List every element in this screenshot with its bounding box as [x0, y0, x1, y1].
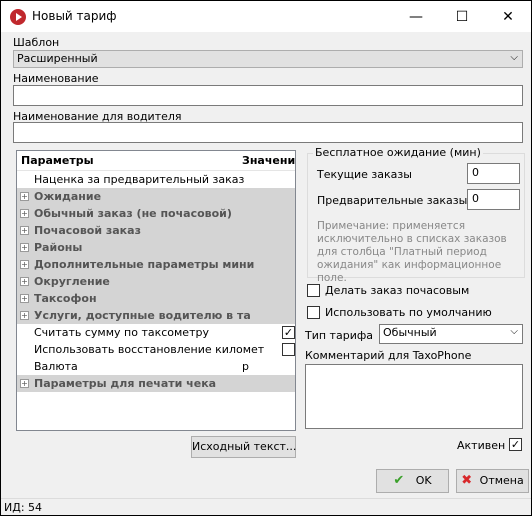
- tree-row-taxophone[interactable]: + Таксофон: [17, 290, 295, 307]
- tree-row-currency[interactable]: Валюта р: [17, 358, 295, 375]
- expand-icon[interactable]: +: [20, 294, 29, 303]
- active-label: Активен: [457, 439, 506, 452]
- cancel-button[interactable]: ✖ Отмена: [456, 469, 529, 493]
- name-label: Наименование: [13, 72, 99, 85]
- title-bar[interactable]: Новый тариф — ☐ ✕: [1, 1, 531, 32]
- expand-icon[interactable]: +: [20, 260, 29, 269]
- default-label: Использовать по умолчанию: [325, 306, 492, 319]
- minimize-button[interactable]: —: [393, 1, 439, 32]
- tariff-type-value: Обычный: [383, 326, 437, 339]
- check-icon: ✔: [393, 473, 405, 488]
- currency-value[interactable]: р: [242, 360, 249, 373]
- window-title: Новый тариф: [32, 9, 117, 23]
- ok-button[interactable]: ✔ OK: [376, 469, 449, 493]
- pre-orders-label: Предварительные заказы: [317, 194, 468, 207]
- chevron-down-icon: ⌵: [510, 326, 518, 337]
- taximeter-sum-checkbox[interactable]: ✓: [282, 326, 295, 339]
- expand-icon[interactable]: +: [20, 311, 29, 320]
- tree-row-hourly-order[interactable]: + Почасовой заказ: [17, 222, 295, 239]
- params-header: Параметры Значения: [17, 151, 295, 171]
- tree-row-extra-min-params[interactable]: + Дополнительные параметры мини: [17, 256, 295, 273]
- expand-icon[interactable]: +: [20, 226, 29, 235]
- tree-row-driver-services[interactable]: + Услуги, доступные водителю в та: [17, 307, 295, 324]
- free-wait-note: Примечание: применяется исключительно в …: [317, 220, 507, 284]
- current-orders-input[interactable]: 0: [467, 163, 520, 184]
- template-label: Шаблон: [13, 36, 60, 49]
- tree-row-waiting[interactable]: + Ожидание: [17, 188, 295, 205]
- driver-name-input[interactable]: [13, 122, 523, 143]
- hourly-checkbox[interactable]: [307, 284, 320, 297]
- template-value: Расширенный: [17, 52, 98, 65]
- expand-icon[interactable]: +: [20, 277, 29, 286]
- cancel-icon: ✖: [461, 473, 473, 488]
- tree-row-districts[interactable]: + Районы: [17, 239, 295, 256]
- active-checkbox[interactable]: ✓: [509, 438, 522, 451]
- expand-icon[interactable]: +: [20, 192, 29, 201]
- tree-row-prebook-markup[interactable]: Наценка за предварительный заказ: [17, 171, 295, 188]
- tree-row-regular-order[interactable]: + Обычный заказ (не почасовой): [17, 205, 295, 222]
- free-wait-title: Бесплатное ожидание (мин): [313, 146, 483, 159]
- tree-row-taximeter-sum[interactable]: Считать сумму по таксометру ✓: [17, 324, 295, 341]
- col-params[interactable]: Параметры: [21, 154, 94, 167]
- col-values[interactable]: Значения: [242, 154, 295, 167]
- chevron-down-icon: ⌵: [510, 52, 518, 63]
- close-button[interactable]: ✕: [485, 1, 531, 32]
- pre-orders-input[interactable]: 0: [467, 189, 520, 210]
- current-orders-label: Текущие заказы: [317, 168, 412, 181]
- comment-textarea[interactable]: [305, 364, 523, 429]
- tariff-type-select[interactable]: Обычный ⌵: [379, 324, 523, 344]
- km-restore-checkbox[interactable]: [282, 343, 295, 356]
- name-input[interactable]: [13, 85, 523, 106]
- template-select[interactable]: Расширенный ⌵: [13, 50, 523, 68]
- record-id: ИД: 54: [4, 501, 43, 514]
- comment-label: Комментарий для TaxoPhone: [305, 349, 472, 362]
- app-logo-icon: [10, 9, 26, 25]
- expand-icon[interactable]: +: [20, 209, 29, 218]
- default-checkbox[interactable]: [307, 306, 320, 319]
- tree-row-receipt-params[interactable]: + Параметры для печати чека: [17, 375, 295, 392]
- tree-row-km-restore[interactable]: Использовать восстановление километ: [17, 341, 295, 358]
- tariff-type-label: Тип тарифа: [305, 329, 373, 342]
- params-tree[interactable]: Параметры Значения Наценка за предварите…: [16, 150, 296, 431]
- tree-row-rounding[interactable]: + Округление: [17, 273, 295, 290]
- maximize-button[interactable]: ☐: [439, 1, 485, 32]
- expand-icon[interactable]: +: [20, 243, 29, 252]
- source-text-button[interactable]: Исходный текст...: [191, 436, 296, 458]
- expand-icon[interactable]: +: [20, 379, 29, 388]
- status-bar: ИД: 54: [1, 498, 531, 515]
- hourly-label: Делать заказ почасовым: [325, 284, 470, 297]
- tariff-dialog: Новый тариф — ☐ ✕ Шаблон Расширенный ⌵ Н…: [0, 0, 532, 516]
